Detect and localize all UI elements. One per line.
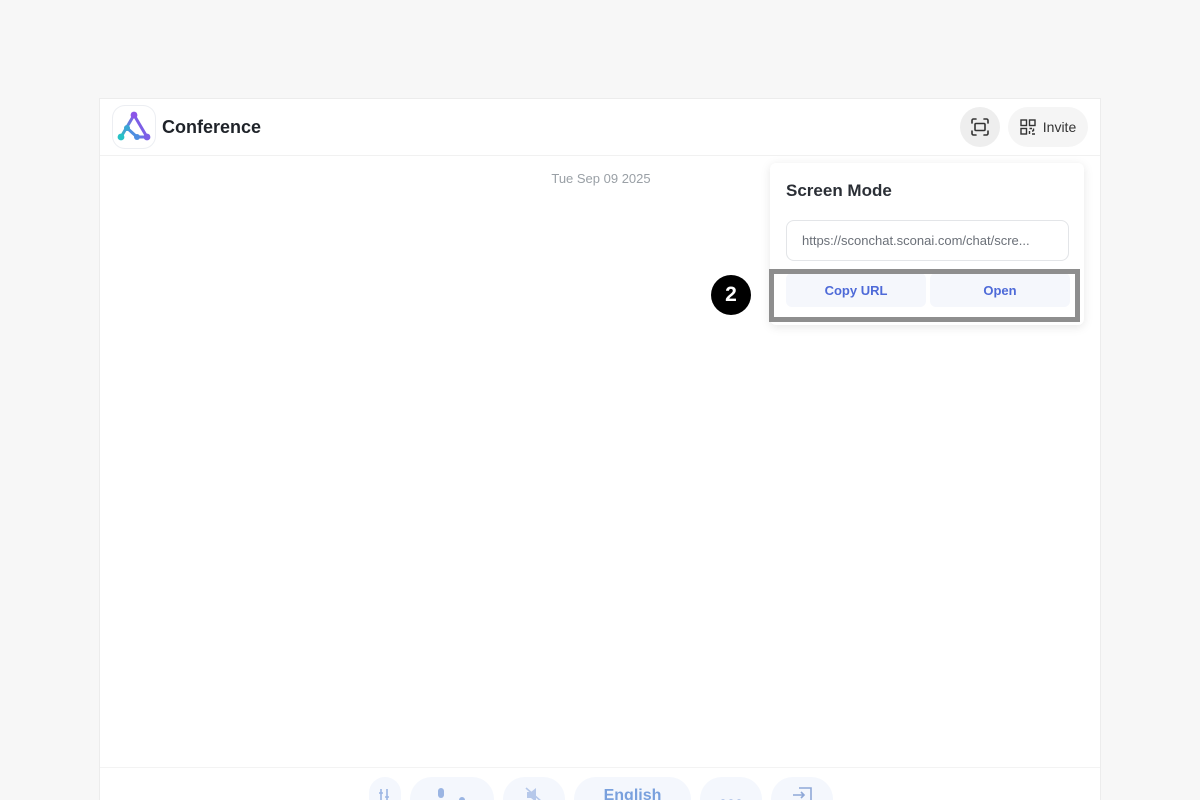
more-icon bbox=[721, 799, 741, 800]
screen-mode-icon bbox=[971, 118, 989, 136]
speaker-button[interactable] bbox=[503, 777, 565, 800]
invite-label: Invite bbox=[1042, 119, 1077, 135]
exit-button[interactable] bbox=[771, 777, 833, 800]
screen-url-field[interactable] bbox=[786, 220, 1069, 261]
speaker-off-icon bbox=[525, 787, 541, 800]
more-button[interactable] bbox=[700, 777, 762, 800]
screen-mode-button[interactable] bbox=[960, 107, 1000, 147]
equalizer-icon bbox=[379, 789, 389, 800]
screen-mode-popover: Screen Mode Copy URL Open bbox=[770, 163, 1084, 325]
popover-title: Screen Mode bbox=[786, 181, 892, 200]
app-logo bbox=[113, 106, 155, 148]
equalizer-button[interactable] bbox=[369, 777, 401, 800]
network-triangle-logo-icon bbox=[117, 111, 151, 141]
mic-button[interactable] bbox=[410, 777, 494, 800]
language-selector[interactable]: English bbox=[574, 777, 691, 800]
language-label: English bbox=[603, 787, 662, 800]
app-window: Conference Invite Tue Sep 09 2025 Screen… bbox=[100, 99, 1100, 800]
exit-icon bbox=[793, 787, 812, 800]
step-number-badge: 2 bbox=[711, 275, 751, 315]
header: Conference Invite bbox=[100, 99, 1100, 156]
mic-off-icon bbox=[438, 788, 465, 800]
copy-url-button[interactable]: Copy URL bbox=[786, 273, 926, 307]
qr-code-icon bbox=[1020, 119, 1036, 135]
app-title: Conference bbox=[162, 117, 262, 137]
invite-button[interactable]: Invite bbox=[1008, 107, 1088, 147]
open-button[interactable]: Open bbox=[930, 273, 1070, 307]
bottom-toolbar: English bbox=[100, 767, 1100, 800]
